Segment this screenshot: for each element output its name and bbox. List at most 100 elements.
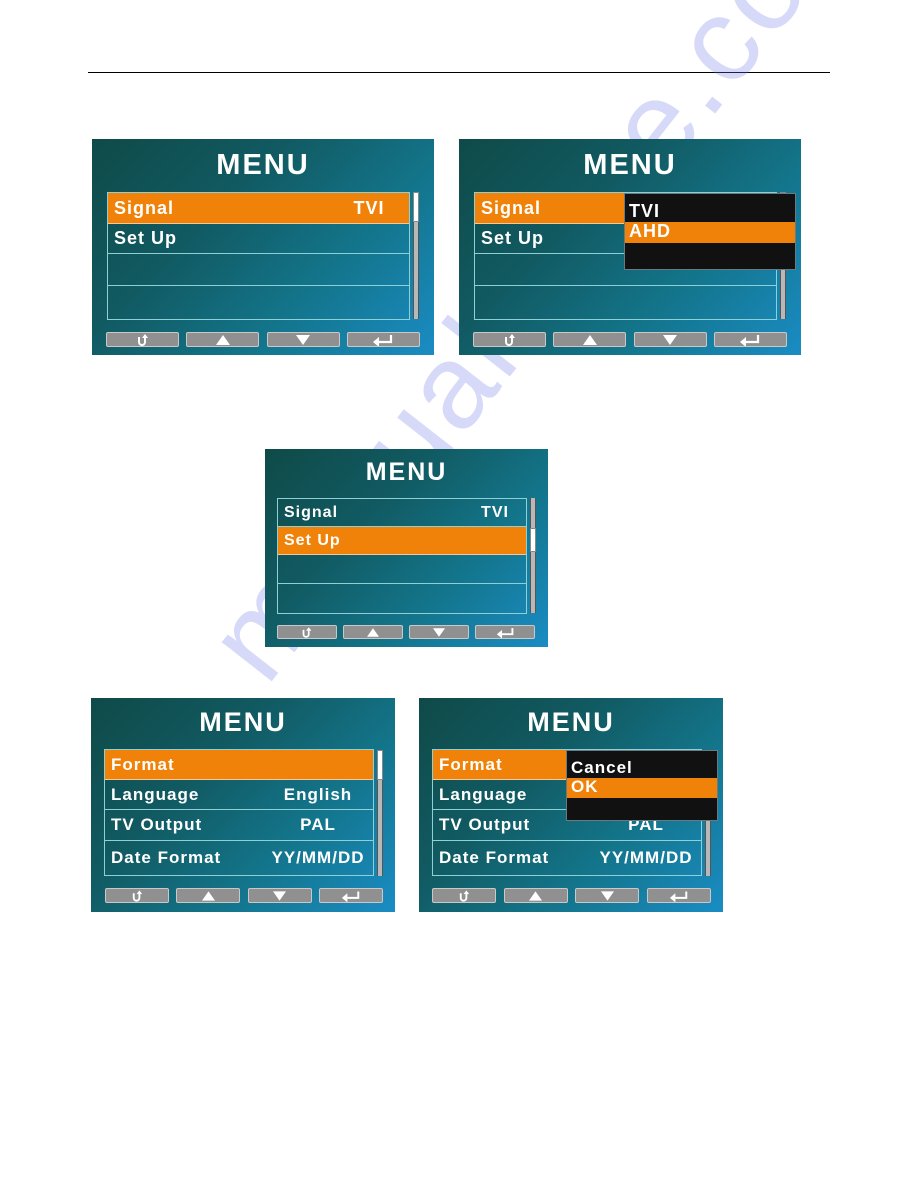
up-button[interactable] <box>503 888 568 903</box>
scrollbar-thumb[interactable] <box>530 528 536 552</box>
row-label: Language <box>439 784 528 804</box>
arrow-up-icon <box>201 890 215 901</box>
arrow-up-icon <box>215 334 230 345</box>
arrow-down-icon <box>663 334 678 345</box>
enter-icon <box>496 627 513 638</box>
enter-button[interactable] <box>346 332 420 347</box>
back-button[interactable] <box>432 888 496 903</box>
row-value: English <box>283 784 353 804</box>
popup-option-empty <box>625 243 795 269</box>
menu-row-empty <box>278 584 526 613</box>
row-value: YY/MM/DD <box>599 848 693 867</box>
arrow-up-icon <box>582 334 597 345</box>
arrow-down-icon <box>600 890 614 901</box>
menu-row-date-format[interactable]: Date Format YY/MM/DD <box>433 841 701 875</box>
popup-option-ahd[interactable]: AHD <box>625 222 795 243</box>
scrollbar[interactable] <box>530 498 536 613</box>
menu-panel-setup-selected: MENU Signal TVI Set Up <box>265 449 548 647</box>
back-icon <box>302 626 312 638</box>
menu-row-empty <box>278 555 526 584</box>
row-label: Set Up <box>284 531 341 549</box>
menu-row-language[interactable]: Language English <box>105 780 373 810</box>
up-button[interactable] <box>343 625 403 639</box>
menu-row-empty <box>475 286 776 319</box>
menu-row-setup[interactable]: Set Up <box>278 527 526 555</box>
enter-icon <box>373 334 393 346</box>
arrow-up-icon <box>529 890 543 901</box>
back-button[interactable] <box>106 332 179 347</box>
popup-option-cancel[interactable]: Cancel <box>567 751 717 778</box>
row-label: Signal <box>284 503 339 521</box>
button-bar <box>277 625 535 639</box>
back-button[interactable] <box>277 625 337 639</box>
popup-option-ok[interactable]: OK <box>567 778 717 798</box>
menu-title: MENU <box>527 707 615 737</box>
back-icon <box>132 889 142 902</box>
row-label: Language <box>111 784 200 804</box>
arrow-down-icon <box>296 334 311 345</box>
enter-icon <box>669 890 688 902</box>
menu-panel-setup: MENU Format Language English TV Output P… <box>91 698 395 912</box>
row-label: Date Format <box>439 848 550 867</box>
row-label: Set Up <box>481 228 545 248</box>
back-button[interactable] <box>105 888 169 903</box>
format-popup: Cancel OK <box>566 750 718 821</box>
row-label: Set Up <box>114 228 178 248</box>
row-value: PAL <box>300 815 336 834</box>
menu-row-format[interactable]: Format <box>105 750 373 780</box>
row-label: Format <box>439 754 503 774</box>
menu-list: Format Language English TV Output PAL Da… <box>104 749 374 876</box>
row-label: TV Output <box>439 815 531 834</box>
down-button[interactable] <box>633 332 707 347</box>
row-label: Signal <box>481 197 542 218</box>
button-bar <box>473 332 787 347</box>
enter-button[interactable] <box>713 332 787 347</box>
scrollbar[interactable] <box>377 750 383 876</box>
menu-title: MENU <box>365 458 448 486</box>
back-icon <box>504 333 515 346</box>
row-label: Format <box>111 754 175 774</box>
menu-list: Signal TVI Set Up <box>107 192 410 320</box>
menu-panel-format-popup: MENU Format Language TV Output PAL Date … <box>419 698 723 912</box>
row-value: YY/MM/DD <box>271 848 365 867</box>
scrollbar-thumb[interactable] <box>377 750 383 780</box>
menu-row-tv-output[interactable]: TV Output PAL <box>105 810 373 841</box>
enter-button[interactable] <box>646 888 711 903</box>
menu-row-signal[interactable]: Signal TVI <box>108 193 409 224</box>
back-icon <box>137 333 148 346</box>
popup-option-tvi[interactable]: TVI <box>625 194 795 222</box>
row-value: TVI <box>353 197 385 218</box>
down-button[interactable] <box>409 625 469 639</box>
menu-row-signal[interactable]: Signal TVI <box>278 499 526 527</box>
enter-button[interactable] <box>475 625 535 639</box>
back-button[interactable] <box>473 332 546 347</box>
menu-title: MENU <box>199 707 287 737</box>
up-button[interactable] <box>186 332 260 347</box>
up-button[interactable] <box>553 332 627 347</box>
menu-row-setup[interactable]: Set Up <box>108 224 409 254</box>
menu-panel-signal-popup: MENU Signal Set Up TVI AHD <box>459 139 801 355</box>
scrollbar[interactable] <box>413 192 419 319</box>
signal-popup: TVI AHD <box>624 193 796 270</box>
header-rule <box>88 72 830 73</box>
row-label: Date Format <box>111 848 222 867</box>
menu-panel-signal: MENU Signal TVI Set Up <box>92 139 434 355</box>
button-bar <box>432 888 711 903</box>
enter-button[interactable] <box>318 888 383 903</box>
menu-row-empty <box>108 286 409 319</box>
row-label: Signal <box>114 197 175 218</box>
down-button[interactable] <box>247 888 312 903</box>
menu-row-date-format[interactable]: Date Format YY/MM/DD <box>105 841 373 875</box>
down-button[interactable] <box>266 332 340 347</box>
arrow-up-icon <box>367 627 379 637</box>
button-bar <box>105 888 383 903</box>
enter-icon <box>341 890 360 902</box>
scrollbar-thumb[interactable] <box>413 192 419 222</box>
arrow-down-icon <box>433 627 445 637</box>
menu-list: Signal TVI Set Up <box>277 498 527 614</box>
up-button[interactable] <box>176 888 241 903</box>
menu-title: MENU <box>583 149 677 181</box>
down-button[interactable] <box>575 888 640 903</box>
menu-title: MENU <box>216 149 310 181</box>
enter-icon <box>740 334 760 346</box>
